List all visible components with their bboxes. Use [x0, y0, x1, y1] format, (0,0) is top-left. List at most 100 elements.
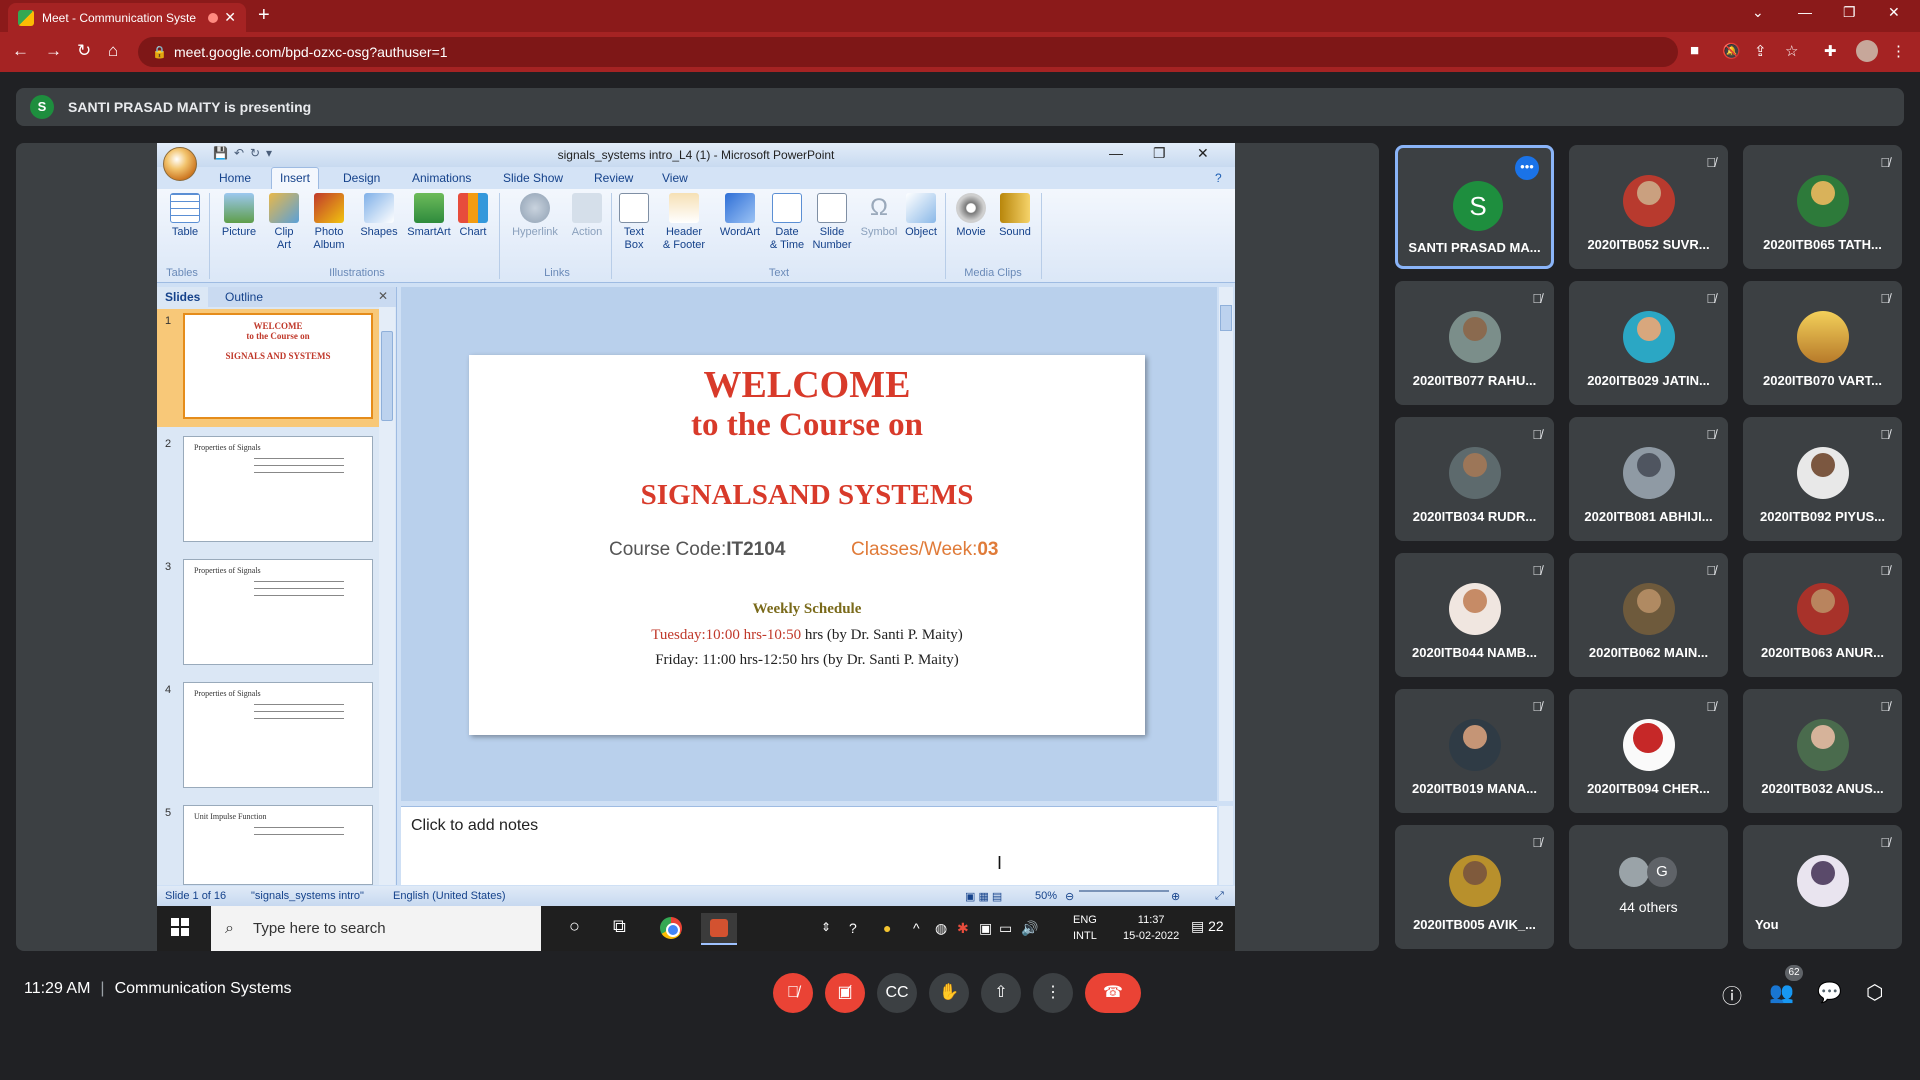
participant-tile[interactable]: 🎙̸ 2020ITB044 NAMB... — [1395, 553, 1554, 677]
back-button[interactable]: ← — [12, 41, 29, 61]
wordart-button[interactable]: WordArt — [715, 193, 765, 239]
participant-tile[interactable]: 🎙̸ 2020ITB052 SUVR... — [1569, 145, 1728, 269]
input-language[interactable]: ENG INTL — [1073, 912, 1097, 944]
present-button[interactable]: ⇧ — [981, 973, 1021, 1013]
symbol-button[interactable]: Ω Symbol — [857, 193, 901, 239]
scroll-thumb[interactable] — [381, 331, 393, 421]
participant-tile[interactable]: 🎙̸ 2020ITB081 ABHIJI... — [1569, 417, 1728, 541]
people-icon[interactable]: 👥 — [1769, 980, 1794, 1005]
close-tab-icon[interactable]: ✕ — [224, 9, 236, 26]
tray-app-icon[interactable]: ◍ — [935, 920, 947, 937]
movie-button[interactable]: Movie — [951, 193, 991, 239]
volume-icon[interactable]: 🔊 — [1021, 920, 1038, 937]
tab-outline[interactable]: Outline — [225, 290, 263, 304]
participant-tile[interactable]: 🎙̸ 2020ITB005 AVIK_... — [1395, 825, 1554, 949]
meeting-details-icon[interactable]: ⓘ — [1722, 980, 1742, 1009]
status-zoom[interactable]: 50% — [1035, 890, 1057, 902]
office-button-icon[interactable] — [163, 147, 197, 181]
table-button[interactable]: Table — [167, 193, 203, 239]
home-button[interactable]: ⌂ — [108, 41, 118, 61]
others-tile[interactable]: G 44 others — [1569, 825, 1728, 949]
url-field[interactable]: 🔒 meet.google.com/bpd-ozxc-osg?authuser=… — [138, 37, 1678, 67]
header-footer-button[interactable]: Header & Footer — [657, 193, 711, 252]
quick-access-toolbar[interactable]: 💾↶↻▾ — [213, 146, 278, 160]
object-button[interactable]: Object — [901, 193, 941, 239]
chat-icon[interactable]: 💬 — [1817, 980, 1842, 1005]
participant-tile[interactable]: 🎙̸ 2020ITB094 CHER... — [1569, 689, 1728, 813]
new-tab-button[interactable]: + — [258, 4, 270, 27]
slide-thumbnail-2[interactable]: 2 Properties of Signals — [157, 432, 379, 550]
slide-thumbnail-1[interactable]: 1 WELCOME to the Course on SIGNALS AND S… — [157, 309, 379, 427]
participant-tile[interactable]: 🎙̸ 2020ITB065 TATH... — [1743, 145, 1902, 269]
slide-thumbnail-4[interactable]: 4 Properties of Signals — [157, 678, 379, 796]
scroll-thumb[interactable] — [1220, 305, 1232, 331]
shapes-button[interactable]: Shapes — [359, 193, 399, 239]
hyperlink-button[interactable]: Hyperlink — [507, 193, 563, 239]
ppt-restore-button[interactable]: ❐ — [1153, 145, 1166, 162]
notes-pane[interactable]: Click to add notes — [401, 806, 1217, 885]
slide-thumbnail-3[interactable]: 3 Properties of Signals — [157, 555, 379, 673]
zoom-out-icon[interactable]: ⊖ — [1065, 890, 1074, 903]
participant-tile[interactable]: 🎙̸ 2020ITB063 ANUR... — [1743, 553, 1902, 677]
close-pane-icon[interactable]: ✕ — [378, 289, 388, 303]
tab-slides[interactable]: Slides — [157, 287, 209, 307]
participant-tile[interactable]: 🎙̸ 2020ITB062 MAIN... — [1569, 553, 1728, 677]
tab-home[interactable]: Home — [219, 171, 251, 185]
tab-search-icon[interactable]: ⌄ — [1752, 4, 1764, 21]
chrome-taskbar-icon[interactable] — [660, 917, 682, 939]
bookmark-star-icon[interactable]: ☆ — [1785, 42, 1798, 60]
ppt-minimize-button[interactable]: — — [1109, 145, 1123, 161]
profile-avatar[interactable] — [1856, 40, 1878, 62]
camera-off-button[interactable]: ▣̸ — [825, 973, 865, 1013]
current-slide[interactable]: WELCOME to the Course on SIGNALSAND SYST… — [469, 355, 1145, 735]
activities-icon[interactable]: ⬡ — [1866, 980, 1883, 1005]
help-icon[interactable]: ? — [1215, 171, 1222, 185]
participant-tile[interactable]: 🎙̸ 2020ITB092 PIYUS... — [1743, 417, 1902, 541]
participant-tile[interactable]: 🎙̸ 2020ITB077 RAHU... — [1395, 281, 1554, 405]
notifications-blocked-icon[interactable]: 🔕 — [1722, 42, 1741, 60]
participant-tile[interactable]: 🎙̸ 2020ITB019 MANA... — [1395, 689, 1554, 813]
fit-to-window-icon[interactable]: ⤢ — [1215, 890, 1224, 903]
extensions-icon[interactable]: ✚ — [1824, 42, 1837, 60]
notification-center-icon[interactable]: ▤ 22 — [1191, 918, 1224, 935]
help-tray-icon[interactable]: ? — [849, 920, 857, 936]
camera-icon[interactable]: ■ — [1690, 42, 1699, 59]
taskbar-scroll-icon[interactable]: ⇕ — [821, 920, 831, 934]
clip-art-button[interactable]: Clip Art — [269, 193, 299, 252]
zoom-slider[interactable] — [1079, 890, 1169, 892]
smartart-button[interactable]: SmartArt — [403, 193, 455, 239]
participant-tile[interactable]: 🎙̸ 2020ITB034 RUDR... — [1395, 417, 1554, 541]
text-box-button[interactable]: Text Box — [617, 193, 651, 252]
task-view-icon[interactable]: ⧉ — [613, 916, 626, 937]
raise-hand-button[interactable]: ✋ — [929, 973, 969, 1013]
cortana-icon[interactable]: ○ — [569, 916, 580, 937]
restore-button[interactable]: ❐ — [1843, 4, 1856, 21]
thumbnail-scrollbar[interactable] — [379, 307, 395, 885]
network-icon[interactable]: ▭ — [999, 920, 1012, 937]
participant-tile[interactable]: ••• S SANTI PRASAD MA... — [1395, 145, 1554, 269]
close-window-button[interactable]: ✕ — [1888, 4, 1900, 21]
tab-view[interactable]: View — [662, 171, 688, 185]
participant-tile[interactable]: 🎙̸ 2020ITB032 ANUS... — [1743, 689, 1902, 813]
minimize-button[interactable]: — — [1798, 4, 1812, 20]
share-icon[interactable]: ⇪ — [1754, 42, 1767, 60]
tab-animations[interactable]: Animations — [412, 171, 471, 185]
forward-button[interactable]: → — [45, 41, 62, 61]
captions-button[interactable]: CC — [877, 973, 917, 1013]
powerpoint-taskbar-icon[interactable] — [701, 913, 737, 945]
picture-button[interactable]: Picture — [219, 193, 259, 239]
chart-button[interactable]: Chart — [455, 193, 491, 239]
status-language[interactable]: English (United States) — [393, 890, 506, 902]
show-hidden-icons[interactable]: ^ — [913, 920, 920, 936]
tray-device-icon[interactable]: ▣ — [979, 920, 992, 937]
tab-insert[interactable]: Insert — [271, 167, 320, 189]
action-button[interactable]: Action — [567, 193, 607, 239]
reload-button[interactable]: ↻ — [77, 41, 91, 61]
participant-tile[interactable]: 🎙̸ 2020ITB029 JATIN... — [1569, 281, 1728, 405]
menu-kebab-icon[interactable]: ⋮ — [1891, 42, 1906, 60]
taskbar-clock[interactable]: 11:37 15-02-2022 — [1123, 912, 1179, 944]
notes-scrollbar[interactable] — [1219, 806, 1233, 885]
mic-off-button[interactable]: 🎙̸ — [773, 973, 813, 1013]
view-buttons[interactable]: ▣ ▦ ▤ — [965, 890, 1002, 903]
date-time-button[interactable]: Date & Time — [767, 193, 807, 252]
